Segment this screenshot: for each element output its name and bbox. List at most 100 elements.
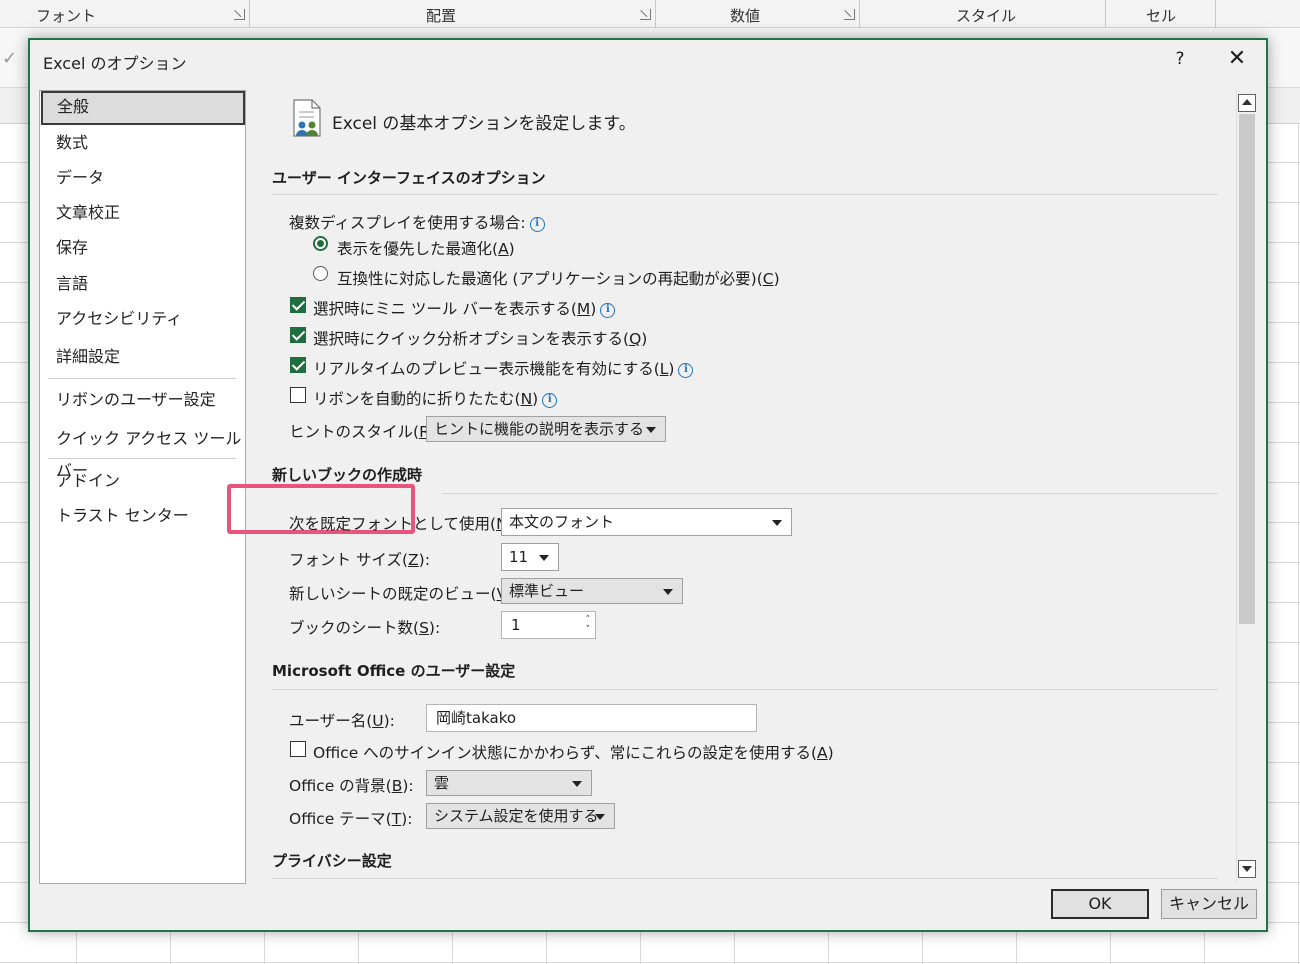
radio-optimize-compat[interactable]	[313, 266, 328, 281]
default-font-dropdown[interactable]: 本文のフォント	[501, 508, 792, 536]
radio-optimize-display[interactable]	[313, 236, 328, 251]
office-background-label: Office の背景(B):	[289, 777, 414, 795]
tooltip-style-dropdown[interactable]: ヒントに機能の説明を表示する	[426, 416, 666, 442]
section-title-office: Microsoft Office のユーザー設定	[272, 662, 516, 680]
checkbox-live-preview[interactable]	[290, 357, 306, 373]
nav-item-proofing[interactable]: 文章校正	[40, 197, 245, 231]
spinner-arrows-icon[interactable]: ˄ ˅	[586, 615, 591, 635]
section-title-privacy: プライバシー設定	[272, 852, 392, 870]
ribbon-group-cells: セル	[1106, 0, 1216, 28]
ribbon-group-label: スタイル	[956, 7, 1017, 25]
section-divider	[272, 689, 1218, 690]
checkbox-always-use-settings-label[interactable]: Office へのサインイン状態にかかわらず、常にこれらの設定を使用する(A)	[313, 741, 834, 763]
sheet-count-spinner[interactable]: 1 ˄ ˅	[501, 611, 596, 639]
enter-check-icon[interactable]: ✓	[2, 48, 17, 69]
checkbox-collapse-ribbon-label[interactable]: リボンを自動的に折りたたむ(N) i	[313, 387, 558, 409]
nav-item-quick-access-toolbar[interactable]: クイック アクセス ツール バー	[40, 423, 245, 480]
nav-item-save[interactable]: 保存	[40, 232, 245, 266]
dialog-title: Excel のオプション	[43, 54, 187, 73]
office-background-value: 雲	[434, 774, 450, 792]
nav-divider	[48, 458, 236, 459]
font-size-value: 11	[509, 548, 529, 566]
scroll-up-icon[interactable]	[1238, 94, 1256, 112]
ribbon-group-label: フォント	[36, 7, 97, 25]
ribbon-group-label: 配置	[426, 7, 457, 25]
checkbox-live-preview-label[interactable]: リアルタイムのプレビュー表示機能を有効にする(L) i	[313, 357, 694, 379]
nav-item-customize-ribbon[interactable]: リボンのユーザー設定	[40, 384, 245, 418]
dialog-launcher-icon[interactable]	[844, 9, 855, 20]
chevron-down-icon	[663, 589, 673, 595]
chevron-down-icon	[772, 520, 782, 526]
chevron-down-icon	[646, 427, 656, 433]
section-title-ui: ユーザー インターフェイスのオプション	[272, 169, 546, 187]
nav-item-data[interactable]: データ	[40, 162, 245, 196]
tooltip-style-label: ヒントのスタイル(R):	[289, 423, 441, 441]
checkbox-quick-analysis-label[interactable]: 選択時にクイック分析オプションを表示する(Q)	[313, 327, 647, 349]
default-font-label: 次を既定フォントとして使用(N):	[289, 515, 519, 533]
content-scrollbar[interactable]	[1236, 90, 1256, 884]
scroll-thumb[interactable]	[1239, 114, 1255, 624]
info-icon[interactable]: i	[678, 363, 694, 378]
excel-options-dialog: Excel のオプション ? ✕ 全般 数式 データ 文章校正 保存 言語 アク…	[28, 38, 1268, 932]
section-title-new-workbook: 新しいブックの作成時	[272, 466, 423, 484]
tooltip-style-value: ヒントに機能の説明を表示する	[434, 420, 645, 438]
options-category-list: 全般 数式 データ 文章校正 保存 言語 アクセシビリティ 詳細設定 リボンのユ…	[39, 90, 246, 884]
default-view-value: 標準ビュー	[509, 582, 585, 600]
section-divider	[272, 194, 1218, 195]
checkbox-mini-toolbar-label[interactable]: 選択時にミニ ツール バーを表示する(M) i	[313, 297, 616, 319]
nav-item-accessibility[interactable]: アクセシビリティ	[40, 303, 245, 337]
info-icon[interactable]: i	[600, 303, 616, 318]
checkbox-quick-analysis[interactable]	[290, 327, 306, 343]
nav-item-general[interactable]: 全般	[41, 91, 245, 125]
multi-display-label: 複数ディスプレイを使用する場合: i	[289, 211, 545, 233]
checkbox-always-use-settings[interactable]	[290, 741, 306, 757]
cancel-button[interactable]: キャンセル	[1161, 889, 1257, 919]
checkbox-collapse-ribbon[interactable]	[290, 387, 306, 403]
ribbon-group-font: フォント	[0, 0, 250, 28]
ribbon-group-bar: フォント 配置 数値 スタイル セル	[0, 0, 1300, 28]
close-icon[interactable]: ✕	[1224, 46, 1250, 71]
nav-divider	[48, 378, 236, 379]
font-size-dropdown[interactable]: 11	[501, 543, 559, 571]
ribbon-group-label: セル	[1146, 7, 1177, 25]
chevron-down-icon	[595, 814, 605, 820]
radio-optimize-display-label[interactable]: 表示を優先した最適化(A)	[337, 237, 515, 259]
username-label: ユーザー名(U):	[289, 712, 395, 730]
ribbon-group-number: 数値	[656, 0, 860, 28]
nav-item-advanced[interactable]: 詳細設定	[40, 341, 245, 375]
nav-item-language[interactable]: 言語	[40, 268, 245, 302]
default-font-value: 本文のフォント	[509, 513, 615, 531]
sheet-count-value: 1	[511, 616, 521, 634]
font-size-label: フォント サイズ(Z):	[289, 551, 430, 569]
radio-optimize-compat-label[interactable]: 互換性に対応した最適化 (アプリケーションの再起動が必要)(C)	[337, 267, 780, 289]
sheet-count-label: ブックのシート数(S):	[289, 619, 441, 637]
info-icon[interactable]: i	[542, 393, 558, 408]
checkbox-mini-toolbar[interactable]	[290, 297, 306, 313]
username-input[interactable]: 岡崎takako	[426, 704, 757, 732]
help-icon[interactable]: ?	[1170, 49, 1190, 69]
ribbon-group-alignment: 配置	[250, 0, 656, 28]
info-icon[interactable]: i	[529, 217, 545, 232]
nav-item-trust-center[interactable]: トラスト センター	[40, 500, 245, 534]
section-divider	[272, 878, 1218, 879]
default-view-label: 新しいシートの既定のビュー(V):	[289, 585, 518, 603]
scroll-down-icon[interactable]	[1238, 860, 1256, 878]
default-view-dropdown[interactable]: 標準ビュー	[501, 578, 683, 604]
dialog-launcher-icon[interactable]	[234, 9, 245, 20]
chevron-down-icon	[539, 555, 549, 561]
general-options-pane: Excel の基本オプションを設定します。 ユーザー インターフェイスのオプショ…	[227, 90, 1252, 884]
section-divider	[442, 493, 1218, 494]
pane-header: Excel の基本オプションを設定します。	[332, 114, 636, 134]
office-theme-label: Office テーマ(T):	[289, 810, 413, 828]
ok-button[interactable]: OK	[1051, 889, 1149, 919]
general-options-icon	[293, 99, 321, 137]
office-theme-value: システム設定を使用する	[434, 807, 599, 825]
dialog-launcher-icon[interactable]	[640, 9, 651, 20]
ribbon-group-styles: スタイル	[860, 0, 1106, 28]
chevron-down-icon	[572, 781, 582, 787]
nav-item-formulas[interactable]: 数式	[40, 127, 245, 161]
nav-item-addins[interactable]: アドイン	[40, 465, 245, 499]
ribbon-group-label: 数値	[730, 7, 761, 25]
office-background-dropdown[interactable]: 雲	[426, 770, 592, 796]
office-theme-dropdown[interactable]: システム設定を使用する	[426, 803, 615, 829]
